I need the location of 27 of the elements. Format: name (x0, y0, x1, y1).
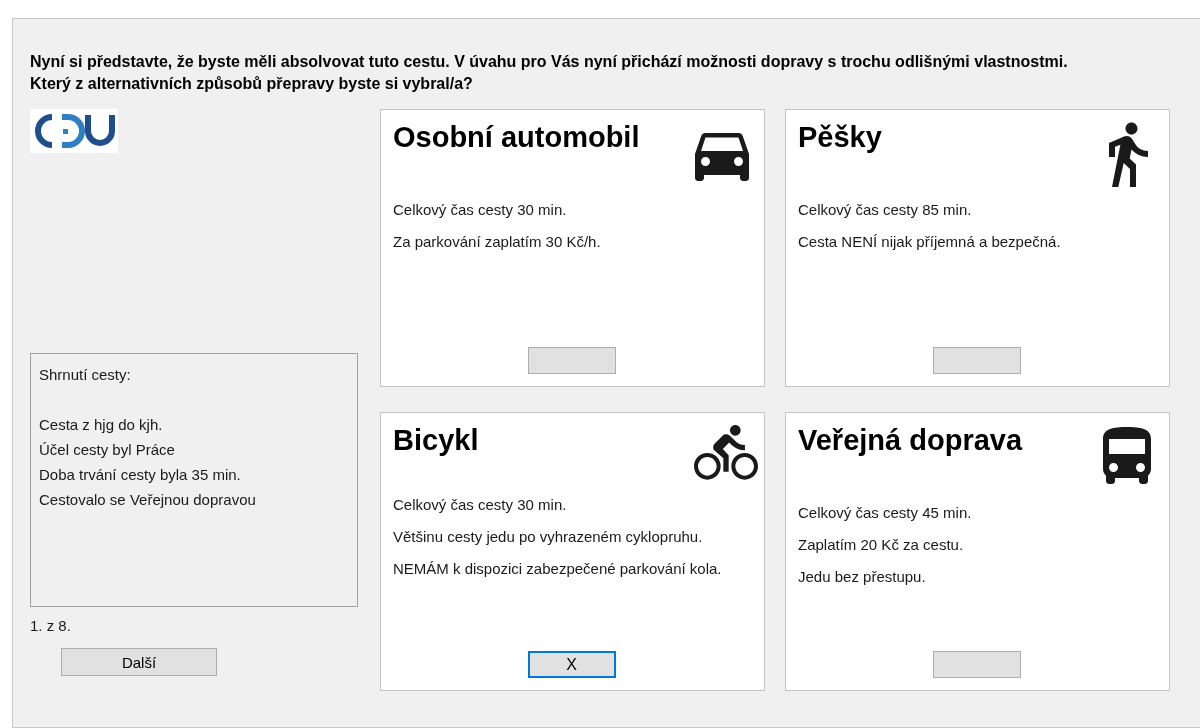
logo-icon (30, 109, 118, 153)
option-title: Bicykl (393, 423, 479, 458)
question-text: Nyní si představte, že byste měli absolvovat tuto cestu. V úvahu pro Vás nyní přichází možnosti dopravy s trochu odlišnými vlastnostmi. Který z alternativních způsobů přepravy byste si vybral/a? (30, 52, 1069, 94)
option-detail: Jedu bez přestupu. (798, 567, 927, 587)
option-detail: Celkový čas cesty 85 min. (798, 200, 973, 220)
summary-line: Účel cesty byl Práce (39, 440, 176, 460)
choice-button[interactable]: X (527, 651, 616, 678)
option-title: Pěšky (798, 120, 882, 155)
option-detail: Celkový čas cesty 45 min. (798, 503, 973, 523)
choice-button[interactable] (932, 347, 1021, 374)
option-detail: Za parkování zaplatím 30 Kč/h. (393, 232, 602, 252)
choice-button[interactable] (932, 651, 1021, 678)
next-button[interactable]: Další (61, 648, 217, 676)
option-detail: Většinu cesty jedu po vyhrazeném cyklopruhu. (393, 527, 704, 547)
summary-line: Doba trvání cesty byla 35 min. (39, 465, 242, 485)
option-detail: Celkový čas cesty 30 min. (393, 200, 568, 220)
summary-line: Cesta z hjg do kjh. (39, 415, 164, 435)
option-detail: Celkový čas cesty 30 min. (393, 495, 568, 515)
progress-text: 1. z 8. (30, 617, 72, 634)
option-detail: Zaplatím 20 Kč za cestu. (798, 535, 965, 555)
option-title: Osobní automobil (393, 120, 640, 155)
choice-button[interactable] (527, 347, 616, 374)
option-title: Veřejná doprava (798, 423, 1023, 458)
summary-line: Cestovalo se Veřejnou dopravou (39, 490, 257, 510)
option-detail: Cesta NENÍ nijak příjemná a bezpečná. (798, 232, 1062, 252)
summary-title: Shrnutí cesty: (39, 365, 132, 385)
option-detail: NEMÁM k dispozici zabezpečené parkování kola. (393, 559, 723, 579)
